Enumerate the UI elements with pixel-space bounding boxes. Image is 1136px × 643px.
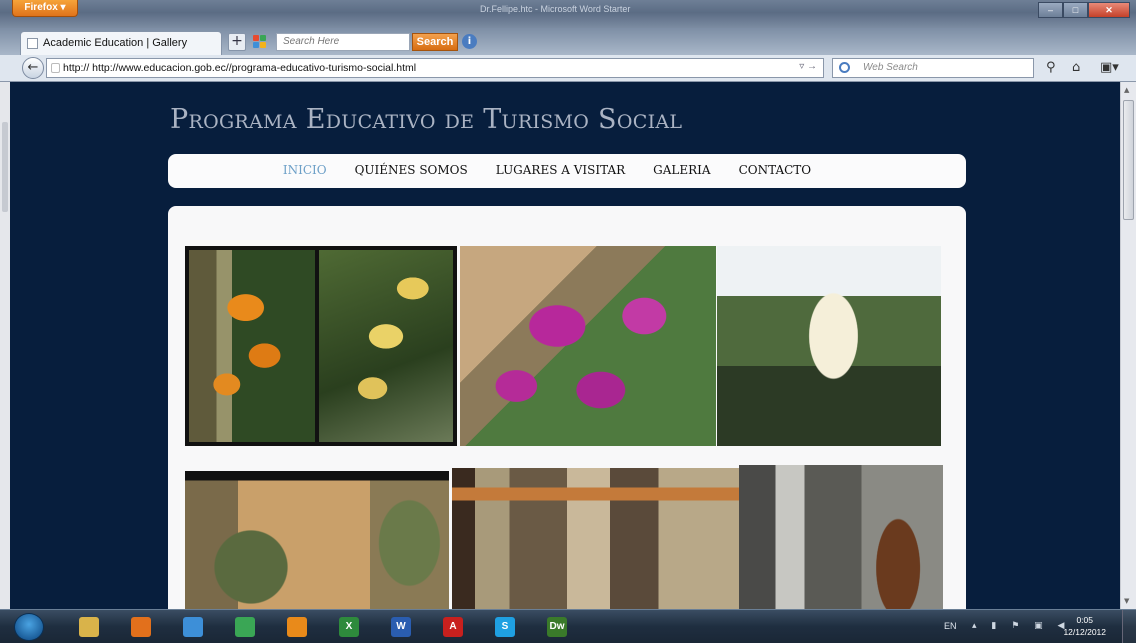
- firefox-icon: [131, 617, 151, 637]
- gallery-photo-church[interactable]: [185, 471, 449, 609]
- url-text: http:// http://www.educacion.gob.ec//pro…: [63, 62, 417, 74]
- taskbar-word-button[interactable]: W: [386, 614, 416, 640]
- web-search-placeholder: Web Search: [863, 62, 918, 73]
- search-icon[interactable]: ⚲: [1046, 60, 1056, 75]
- taskbar-skype-button[interactable]: S: [490, 614, 520, 640]
- word-icon: W: [391, 617, 411, 637]
- start-button[interactable]: [14, 613, 44, 641]
- media-player-icon: [287, 617, 307, 637]
- taskbar-excel-button[interactable]: X: [334, 614, 364, 640]
- skype-icon: S: [495, 617, 515, 637]
- taskbar-network-button[interactable]: [178, 614, 208, 640]
- file-explorer-icon: [79, 617, 99, 637]
- tray-icons[interactable]: ▴ ▮ ⚑ ▣ ◀: [972, 621, 1070, 631]
- taskbar-dreamweaver-button[interactable]: Dw: [542, 614, 572, 640]
- scrollbar-thumb[interactable]: [1123, 100, 1134, 220]
- new-tab-button[interactable]: +: [228, 33, 246, 51]
- gallery-photo-orange-yellow-orchids[interactable]: [185, 246, 457, 446]
- site-navigation: Inicio Quiénes Somos Lugares a Visitar G…: [168, 154, 966, 188]
- bookmarks-menu-icon[interactable]: ▣▾: [1100, 60, 1119, 75]
- toolbar-search-button[interactable]: Search: [412, 33, 458, 51]
- taskbar-chrome-button[interactable]: [230, 614, 260, 640]
- toolbar-search-input[interactable]: Search Here: [276, 33, 410, 51]
- excel-icon: X: [339, 617, 359, 637]
- left-scroll-edge: [0, 82, 10, 609]
- page-favicon-icon: [27, 38, 38, 49]
- clock-date: 12/12/2012: [1063, 627, 1106, 637]
- nav-item-quienes-somos[interactable]: Quiénes Somos: [355, 163, 468, 177]
- search-engine-icon[interactable]: [839, 62, 850, 73]
- gallery-photo-white-orchid[interactable]: [717, 246, 941, 446]
- tab-title: Academic Education | Gallery: [43, 37, 188, 49]
- web-search-input[interactable]: Web Search: [832, 58, 1034, 78]
- info-icon[interactable]: i: [462, 34, 477, 49]
- clock[interactable]: 0:05 12/12/2012: [1063, 614, 1106, 638]
- orange-orchid-image: [189, 250, 315, 442]
- window-title: Dr.Fellipe.htc - Microsoft Word Starter: [480, 4, 631, 14]
- windows-taskbar: X W A S Dw EN ▴ ▮ ⚑ ▣ ◀ 0:05 12/12/2012: [0, 609, 1136, 643]
- close-button[interactable]: ✕: [1088, 2, 1130, 18]
- input-language[interactable]: EN: [944, 621, 957, 631]
- gallery-panel: [168, 206, 966, 609]
- window-title-bar: Firefox ▾ Dr.Fellipe.htc - Microsoft Wor…: [0, 0, 1136, 28]
- gallery-photo-carved-figure[interactable]: [739, 465, 943, 609]
- site-title: Programa Educativo de Turismo Social: [170, 104, 683, 135]
- yellow-orchid-image: [319, 250, 453, 442]
- scroll-down-arrow-icon[interactable]: ▼: [1124, 597, 1129, 605]
- window-controls: – □ ✕: [1038, 2, 1130, 18]
- tab-strip: Academic Education | Gallery + Search He…: [0, 28, 1136, 55]
- go-arrow-icon[interactable]: ▿ →: [799, 61, 817, 72]
- nav-item-galeria[interactable]: Galeria: [653, 163, 710, 177]
- chrome-icon: [235, 617, 255, 637]
- page-viewport: Programa Educativo de Turismo Social Ini…: [0, 82, 1120, 609]
- vertical-scrollbar[interactable]: ▲ ▼: [1120, 82, 1136, 609]
- gallery-photo-museum-cases[interactable]: [452, 468, 739, 609]
- minimize-button[interactable]: –: [1038, 2, 1063, 18]
- clock-time: 0:05: [1076, 615, 1093, 625]
- taskbar-media-player-button[interactable]: [282, 614, 312, 640]
- taskbar-file-explorer-button[interactable]: [74, 614, 104, 640]
- network-icon: [183, 617, 203, 637]
- gallery-photo-magenta-orchids[interactable]: [460, 246, 716, 446]
- nav-item-contacto[interactable]: Contacto: [739, 163, 812, 177]
- firefox-menu-button[interactable]: Firefox ▾: [12, 0, 78, 17]
- system-tray: EN ▴ ▮ ⚑ ▣ ◀ 0:05 12/12/2012: [936, 610, 1136, 643]
- url-bar[interactable]: http:// http://www.educacion.gob.ec//pro…: [46, 58, 824, 78]
- back-button[interactable]: ←: [22, 57, 44, 79]
- dreamweaver-icon: Dw: [547, 617, 567, 637]
- browser-tab[interactable]: Academic Education | Gallery: [20, 31, 222, 55]
- taskbar-firefox-button[interactable]: [126, 614, 156, 640]
- acrobat-icon: A: [443, 617, 463, 637]
- left-scroll-thumb: [2, 122, 8, 212]
- navigation-bar: ← http:// http://www.educacion.gob.ec//p…: [0, 55, 1136, 82]
- nav-item-inicio[interactable]: Inicio: [283, 163, 327, 177]
- show-desktop-button[interactable]: [1122, 610, 1136, 643]
- site-identity-icon[interactable]: [51, 63, 60, 73]
- home-icon[interactable]: ⌂: [1072, 60, 1080, 75]
- maximize-button[interactable]: □: [1063, 2, 1088, 18]
- search-engine-logo-icon[interactable]: [253, 35, 271, 49]
- taskbar-acrobat-button[interactable]: A: [438, 614, 468, 640]
- nav-item-lugares-a-visitar[interactable]: Lugares a Visitar: [496, 163, 625, 177]
- scroll-up-arrow-icon[interactable]: ▲: [1124, 86, 1129, 94]
